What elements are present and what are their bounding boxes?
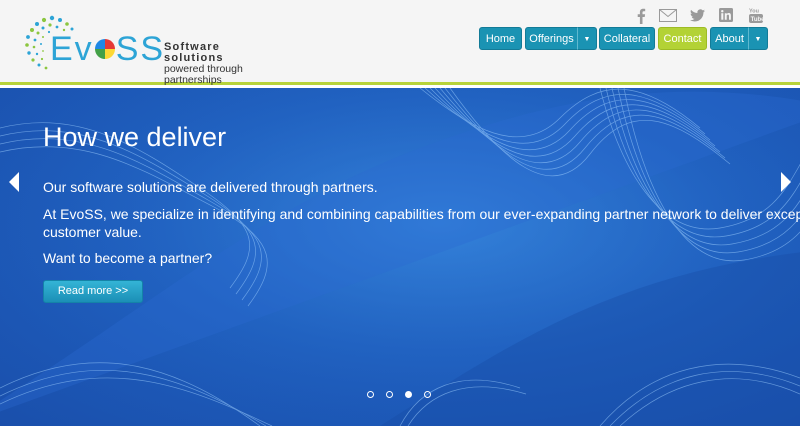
- offerings-chevron-down-icon[interactable]: ▼: [577, 27, 597, 50]
- hero-line-2a: At EvoSS, we specialize in identifying a…: [43, 206, 800, 222]
- logo-colorful-o-icon: [94, 39, 115, 60]
- carousel-indicators: [367, 391, 431, 398]
- hero-carousel: How we deliver Our software solutions ar…: [0, 88, 800, 426]
- brand-name-part1: Ev: [50, 30, 94, 68]
- tagline-line2: powered through partnerships: [164, 63, 243, 86]
- brand-name-part2: SS: [115, 30, 166, 68]
- nav-about-button[interactable]: About: [710, 27, 749, 50]
- hero-line-1: Our software solutions are delivered thr…: [43, 179, 378, 195]
- carousel-next-arrow-icon[interactable]: [780, 171, 792, 193]
- svg-text:You: You: [749, 9, 759, 15]
- tagline-line1: Software solutions: [164, 41, 224, 64]
- nav-offerings-button[interactable]: Offerings: [525, 27, 578, 50]
- facebook-icon[interactable]: [636, 8, 646, 24]
- carousel-dot-4[interactable]: [424, 391, 431, 398]
- hero-line-3: Want to become a partner?: [43, 250, 213, 266]
- site-header: Ev SS Software solutions powered through …: [0, 0, 800, 86]
- carousel-dot-3[interactable]: [405, 391, 412, 398]
- nav-home-button[interactable]: Home: [479, 27, 522, 50]
- hero-title: How we deliver: [43, 122, 227, 152]
- mail-icon[interactable]: [659, 9, 677, 25]
- nav-contact-button[interactable]: Contact: [658, 27, 707, 50]
- nav-collateral-button[interactable]: Collateral: [599, 27, 655, 50]
- carousel-prev-arrow-icon[interactable]: [8, 171, 20, 193]
- brand-tagline: Software solutions powered through partn…: [164, 42, 282, 86]
- read-more-button[interactable]: Read more >>: [43, 280, 143, 303]
- about-chevron-down-icon[interactable]: ▼: [748, 27, 768, 50]
- twitter-icon[interactable]: [690, 9, 705, 25]
- linkedin-icon[interactable]: [719, 8, 733, 24]
- evoss-logo[interactable]: Ev SS Software solutions powered through …: [22, 12, 282, 86]
- carousel-dot-1[interactable]: [367, 391, 374, 398]
- carousel-dot-2[interactable]: [386, 391, 393, 398]
- svg-text:Tube: Tube: [751, 17, 763, 23]
- youtube-icon[interactable]: You Tube: [749, 7, 763, 23]
- brand-wordmark: Ev SS: [50, 31, 165, 67]
- hero-line-2b: customer value.: [43, 224, 142, 240]
